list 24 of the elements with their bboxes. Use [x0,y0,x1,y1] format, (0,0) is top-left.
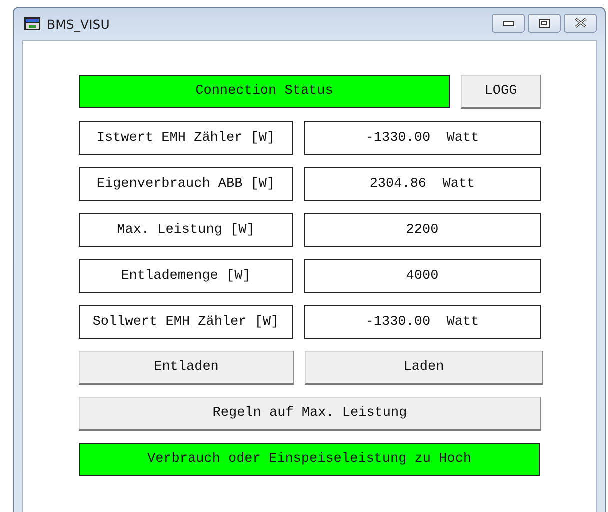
reading-label: Sollwert EMH Zähler [W] [79,305,293,339]
minimize-button[interactable] [492,14,525,32]
regulate-button[interactable]: Regeln auf Max. Leistung [79,397,541,431]
close-icon [574,18,586,28]
reading-label: Istwert EMH Zähler [W] [79,121,293,155]
logg-button[interactable]: LOGG [461,75,541,109]
action-button[interactable]: Entladen [79,351,294,385]
reading-value: 2200 [304,213,541,247]
connection-status: Connection Status [79,75,450,108]
action-button[interactable]: Laden [305,351,543,385]
reading-value: -1330.00 Watt [304,305,541,339]
close-button[interactable] [564,14,597,32]
reading-value: 4000 [304,259,541,293]
reading-value: -1330.00 Watt [304,121,541,155]
window-title: BMS_VISU [47,16,111,32]
reading-label: Eigenverbrauch ABB [W] [79,167,293,201]
minimize-icon [503,20,514,26]
alarm-status: Verbrauch oder Einspeiseleistung zu Hoch [79,443,540,476]
reading-label: Max. Leistung [W] [79,213,293,247]
reading-label: Entlademenge [W] [79,259,293,293]
reading-value: 2304.86 Watt [304,167,541,201]
app-icon [24,17,41,31]
maximize-button[interactable] [528,14,561,32]
maximize-icon [539,18,550,28]
